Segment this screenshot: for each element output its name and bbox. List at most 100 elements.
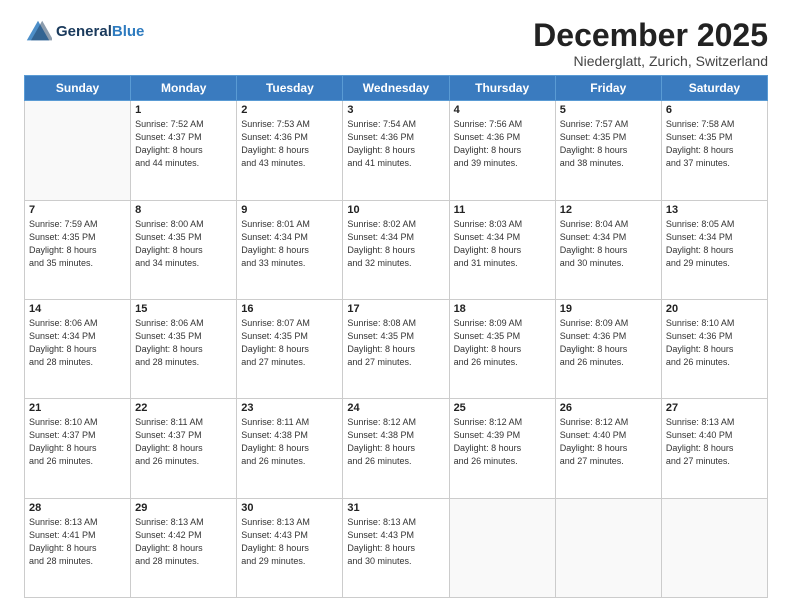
calendar-cell: 15 Sunrise: 8:06 AM Sunset: 4:35 PM Dayli… xyxy=(131,299,237,398)
calendar-cell: 14 Sunrise: 8:06 AM Sunset: 4:34 PM Dayli… xyxy=(25,299,131,398)
calendar-cell: 16 Sunrise: 8:07 AM Sunset: 4:35 PM Dayli… xyxy=(237,299,343,398)
calendar-cell: 2 Sunrise: 7:53 AM Sunset: 4:36 PM Daylig… xyxy=(237,101,343,200)
calendar-cell: 11Sunrise: 8:03 AM Sunset: 4:34 PM Dayli… xyxy=(449,200,555,299)
cell-info: Sunrise: 7:58 AM Sunset: 4:35 PM Dayligh… xyxy=(666,118,763,170)
cell-info: Sunrise: 8:05 AM Sunset: 4:34 PM Dayligh… xyxy=(666,218,763,270)
logo-icon xyxy=(24,18,52,46)
logo: GeneralBlue xyxy=(24,18,144,46)
cell-info: Sunrise: 8:09 AM Sunset: 4:35 PM Dayligh… xyxy=(454,317,551,369)
weekday-header-cell: Tuesday xyxy=(237,76,343,101)
day-number: 26 xyxy=(560,402,657,414)
cell-info: Sunrise: 8:10 AM Sunset: 4:37 PM Dayligh… xyxy=(29,416,126,468)
calendar-cell: 21 Sunrise: 8:10 AM Sunset: 4:37 PM Dayli… xyxy=(25,399,131,498)
day-number: 8 xyxy=(135,204,232,216)
weekday-header-cell: Sunday xyxy=(25,76,131,101)
logo-blue: Blue xyxy=(112,23,145,40)
calendar-cell: 26 Sunrise: 8:12 AM Sunset: 4:40 PM Dayli… xyxy=(555,399,661,498)
calendar-cell: 20 Sunrise: 8:10 AM Sunset: 4:36 PM Dayli… xyxy=(661,299,767,398)
cell-info: Sunrise: 8:07 AM Sunset: 4:35 PM Dayligh… xyxy=(241,317,338,369)
day-number: 27 xyxy=(666,402,763,414)
cell-info: Sunrise: 8:12 AM Sunset: 4:38 PM Dayligh… xyxy=(347,416,444,468)
cell-info: Sunrise: 8:04 AM Sunset: 4:34 PM Dayligh… xyxy=(560,218,657,270)
weekday-header-cell: Thursday xyxy=(449,76,555,101)
day-number: 25 xyxy=(454,402,551,414)
location: Niederglatt, Zurich, Switzerland xyxy=(533,53,768,69)
cell-info: Sunrise: 8:08 AM Sunset: 4:35 PM Dayligh… xyxy=(347,317,444,369)
cell-info: Sunrise: 8:13 AM Sunset: 4:40 PM Dayligh… xyxy=(666,416,763,468)
calendar-cell: 18Sunrise: 8:09 AM Sunset: 4:35 PM Dayli… xyxy=(449,299,555,398)
weekday-header-cell: Wednesday xyxy=(343,76,449,101)
day-number: 16 xyxy=(241,303,338,315)
cell-info: Sunrise: 7:59 AM Sunset: 4:35 PM Dayligh… xyxy=(29,218,126,270)
calendar-cell xyxy=(555,498,661,597)
calendar-cell: 31Sunrise: 8:13 AM Sunset: 4:43 PM Dayli… xyxy=(343,498,449,597)
calendar-cell: 22 Sunrise: 8:11 AM Sunset: 4:37 PM Dayli… xyxy=(131,399,237,498)
day-number: 4 xyxy=(454,104,551,116)
calendar-table: SundayMondayTuesdayWednesdayThursdayFrid… xyxy=(24,75,768,598)
day-number: 24 xyxy=(347,402,444,414)
calendar-cell: 30Sunrise: 8:13 AM Sunset: 4:43 PM Dayli… xyxy=(237,498,343,597)
cell-info: Sunrise: 8:02 AM Sunset: 4:34 PM Dayligh… xyxy=(347,218,444,270)
cell-info: Sunrise: 8:06 AM Sunset: 4:35 PM Dayligh… xyxy=(135,317,232,369)
calendar-cell xyxy=(25,101,131,200)
day-number: 29 xyxy=(135,502,232,514)
cell-info: Sunrise: 8:13 AM Sunset: 4:43 PM Dayligh… xyxy=(241,516,338,568)
cell-info: Sunrise: 7:53 AM Sunset: 4:36 PM Dayligh… xyxy=(241,118,338,170)
weekday-header-cell: Monday xyxy=(131,76,237,101)
day-number: 7 xyxy=(29,204,126,216)
calendar-cell: 5Sunrise: 7:57 AM Sunset: 4:35 PM Daylig… xyxy=(555,101,661,200)
cell-info: Sunrise: 8:06 AM Sunset: 4:34 PM Dayligh… xyxy=(29,317,126,369)
day-number: 21 xyxy=(29,402,126,414)
cell-info: Sunrise: 8:01 AM Sunset: 4:34 PM Dayligh… xyxy=(241,218,338,270)
calendar-week-row: 7 Sunrise: 7:59 AM Sunset: 4:35 PM Daylig… xyxy=(25,200,768,299)
calendar-week-row: 21 Sunrise: 8:10 AM Sunset: 4:37 PM Dayli… xyxy=(25,399,768,498)
day-number: 15 xyxy=(135,303,232,315)
cell-info: Sunrise: 8:03 AM Sunset: 4:34 PM Dayligh… xyxy=(454,218,551,270)
calendar-cell: 12 Sunrise: 8:04 AM Sunset: 4:34 PM Dayli… xyxy=(555,200,661,299)
cell-info: Sunrise: 8:00 AM Sunset: 4:35 PM Dayligh… xyxy=(135,218,232,270)
calendar-cell: 7 Sunrise: 7:59 AM Sunset: 4:35 PM Daylig… xyxy=(25,200,131,299)
logo-text-general: GeneralBlue xyxy=(56,24,144,41)
calendar-cell xyxy=(661,498,767,597)
weekday-header-cell: Friday xyxy=(555,76,661,101)
day-number: 14 xyxy=(29,303,126,315)
title-block: December 2025 Niederglatt, Zurich, Switz… xyxy=(533,18,768,69)
cell-info: Sunrise: 8:09 AM Sunset: 4:36 PM Dayligh… xyxy=(560,317,657,369)
day-number: 19 xyxy=(560,303,657,315)
weekday-header-cell: Saturday xyxy=(661,76,767,101)
day-number: 17 xyxy=(347,303,444,315)
cell-info: Sunrise: 8:10 AM Sunset: 4:36 PM Dayligh… xyxy=(666,317,763,369)
cell-info: Sunrise: 8:13 AM Sunset: 4:43 PM Dayligh… xyxy=(347,516,444,568)
calendar-cell: 29Sunrise: 8:13 AM Sunset: 4:42 PM Dayli… xyxy=(131,498,237,597)
calendar-cell: 23Sunrise: 8:11 AM Sunset: 4:38 PM Dayli… xyxy=(237,399,343,498)
day-number: 2 xyxy=(241,104,338,116)
cell-info: Sunrise: 7:56 AM Sunset: 4:36 PM Dayligh… xyxy=(454,118,551,170)
month-title: December 2025 xyxy=(533,18,768,53)
weekday-header-row: SundayMondayTuesdayWednesdayThursdayFrid… xyxy=(25,76,768,101)
calendar-cell: 27 Sunrise: 8:13 AM Sunset: 4:40 PM Dayli… xyxy=(661,399,767,498)
cell-info: Sunrise: 8:11 AM Sunset: 4:38 PM Dayligh… xyxy=(241,416,338,468)
cell-info: Sunrise: 8:13 AM Sunset: 4:41 PM Dayligh… xyxy=(29,516,126,568)
page: GeneralBlue December 2025 Niederglatt, Z… xyxy=(0,0,792,612)
calendar-week-row: 28 Sunrise: 8:13 AM Sunset: 4:41 PM Dayli… xyxy=(25,498,768,597)
calendar-cell: 8 Sunrise: 8:00 AM Sunset: 4:35 PM Daylig… xyxy=(131,200,237,299)
day-number: 9 xyxy=(241,204,338,216)
day-number: 20 xyxy=(666,303,763,315)
calendar-cell: 28 Sunrise: 8:13 AM Sunset: 4:41 PM Dayli… xyxy=(25,498,131,597)
cell-info: Sunrise: 8:12 AM Sunset: 4:40 PM Dayligh… xyxy=(560,416,657,468)
calendar-cell: 25 Sunrise: 8:12 AM Sunset: 4:39 PM Dayli… xyxy=(449,399,555,498)
day-number: 1 xyxy=(135,104,232,116)
header: GeneralBlue December 2025 Niederglatt, Z… xyxy=(24,18,768,69)
day-number: 22 xyxy=(135,402,232,414)
calendar-cell: 4 Sunrise: 7:56 AM Sunset: 4:36 PM Daylig… xyxy=(449,101,555,200)
day-number: 28 xyxy=(29,502,126,514)
day-number: 6 xyxy=(666,104,763,116)
calendar-cell: 24 Sunrise: 8:12 AM Sunset: 4:38 PM Dayli… xyxy=(343,399,449,498)
cell-info: Sunrise: 8:12 AM Sunset: 4:39 PM Dayligh… xyxy=(454,416,551,468)
cell-info: Sunrise: 7:52 AM Sunset: 4:37 PM Dayligh… xyxy=(135,118,232,170)
day-number: 12 xyxy=(560,204,657,216)
calendar-cell: 13Sunrise: 8:05 AM Sunset: 4:34 PM Dayli… xyxy=(661,200,767,299)
day-number: 5 xyxy=(560,104,657,116)
calendar-week-row: 14 Sunrise: 8:06 AM Sunset: 4:34 PM Dayli… xyxy=(25,299,768,398)
cell-info: Sunrise: 8:11 AM Sunset: 4:37 PM Dayligh… xyxy=(135,416,232,468)
